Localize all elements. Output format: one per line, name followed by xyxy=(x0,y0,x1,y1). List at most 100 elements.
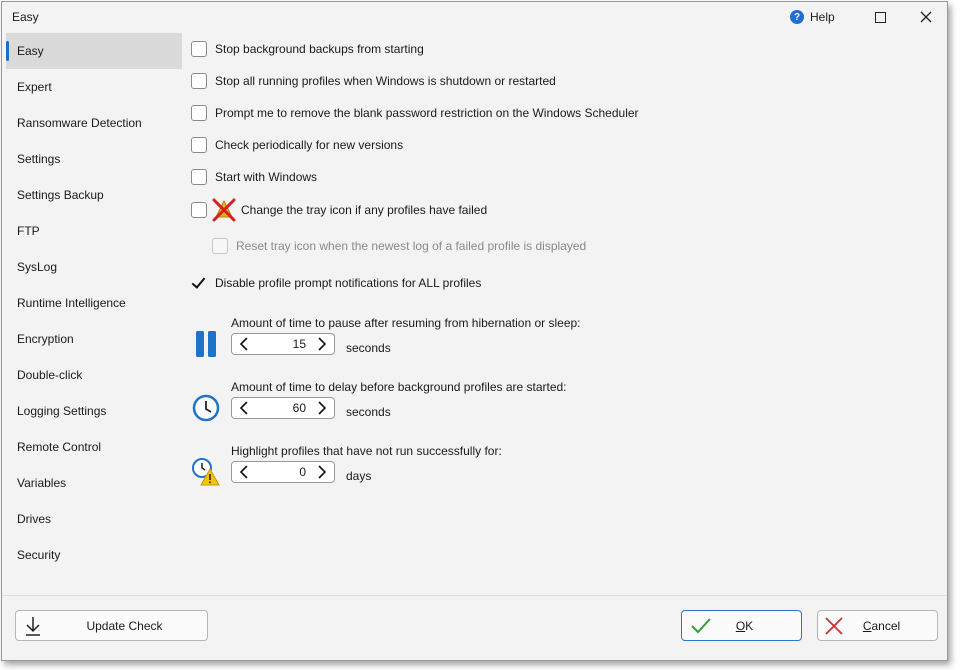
sidebar-item-label: Variables xyxy=(17,476,66,490)
sidebar-item-encryption[interactable]: Encryption xyxy=(6,321,182,357)
failed-tray-icon xyxy=(211,198,237,222)
sidebar-item-label: Remote Control xyxy=(17,440,101,454)
update-check-button[interactable]: Update Check xyxy=(15,610,208,641)
disable-prompts-option[interactable]: Disable profile prompt notifications for… xyxy=(191,275,481,291)
clock-warning-icon xyxy=(191,457,221,487)
highlight-timer-label: Highlight profiles that have not run suc… xyxy=(231,444,502,458)
sidebar-item-security[interactable]: Security xyxy=(6,537,182,573)
delay-timer-unit: seconds xyxy=(346,405,391,419)
sidebar-item-settings-backup[interactable]: Settings Backup xyxy=(6,177,182,213)
stop-background-label: Stop background backups from starting xyxy=(215,42,424,56)
sidebar-item-runtime-intelligence[interactable]: Runtime Intelligence xyxy=(6,285,182,321)
stop-running-option[interactable]: Stop all running profiles when Windows i… xyxy=(191,73,556,89)
options-dialog: Easy ? Help Easy Expert Ransomware Detec… xyxy=(1,1,948,661)
change-tray-checkbox[interactable] xyxy=(191,202,207,218)
pause-timer-label: Amount of time to pause after resuming f… xyxy=(231,316,581,330)
sidebar-item-label: FTP xyxy=(17,224,40,238)
chevron-right-icon xyxy=(317,465,327,479)
sidebar-item-ransomware-detection[interactable]: Ransomware Detection xyxy=(6,105,182,141)
cancel-label: Cancel xyxy=(844,619,919,633)
disable-prompts-label: Disable profile prompt notifications for… xyxy=(215,276,481,290)
ok-button[interactable]: OK xyxy=(681,610,802,641)
check-versions-option[interactable]: Check periodically for new versions xyxy=(191,137,403,153)
sidebar-item-label: Double-click xyxy=(17,368,82,382)
highlight-timer-value[interactable]: 0 xyxy=(256,465,310,479)
close-button[interactable] xyxy=(906,6,946,28)
sidebar-item-label: Security xyxy=(17,548,60,562)
close-icon xyxy=(920,11,932,23)
stop-running-checkbox[interactable] xyxy=(191,73,207,89)
help-icon: ? xyxy=(790,10,804,24)
sidebar-item-label: Drives xyxy=(17,512,51,526)
footer-divider xyxy=(2,595,947,596)
ok-label-rest: K xyxy=(745,619,753,633)
sidebar-item-label: Expert xyxy=(17,80,52,94)
highlight-decrement-button[interactable] xyxy=(232,462,256,482)
start-windows-option[interactable]: Start with Windows xyxy=(191,169,317,185)
checkmark-icon xyxy=(690,617,712,635)
reset-tray-checkbox xyxy=(212,238,228,254)
highlight-timer-spinner[interactable]: 0 xyxy=(231,461,335,483)
chevron-left-icon xyxy=(239,337,249,351)
cancel-button[interactable]: Cancel xyxy=(817,610,938,641)
disable-prompts-checkbox[interactable] xyxy=(191,275,207,291)
sidebar-item-drives[interactable]: Drives xyxy=(6,501,182,537)
chevron-left-icon xyxy=(239,465,249,479)
sidebar-item-label: Settings xyxy=(17,152,60,166)
delay-increment-button[interactable] xyxy=(310,398,334,418)
prompt-blank-password-label: Prompt me to remove the blank password r… xyxy=(215,106,639,120)
sidebar-item-variables[interactable]: Variables xyxy=(6,465,182,501)
title-bar: Easy ? Help xyxy=(2,2,947,32)
help-button[interactable]: ? Help xyxy=(790,8,835,26)
reset-tray-label: Reset tray icon when the newest log of a… xyxy=(236,239,586,253)
stop-running-label: Stop all running profiles when Windows i… xyxy=(215,74,556,88)
delay-decrement-button[interactable] xyxy=(232,398,256,418)
start-windows-checkbox[interactable] xyxy=(191,169,207,185)
sidebar: Easy Expert Ransomware Detection Setting… xyxy=(6,33,182,573)
change-tray-option[interactable]: Change the tray icon if any profiles hav… xyxy=(191,198,487,222)
chevron-left-icon xyxy=(239,401,249,415)
clock-icon xyxy=(191,393,221,423)
sidebar-item-settings[interactable]: Settings xyxy=(6,141,182,177)
pause-increment-button[interactable] xyxy=(310,334,334,354)
ok-label: OK xyxy=(712,619,777,633)
sidebar-item-label: Easy xyxy=(17,44,44,58)
sidebar-item-syslog[interactable]: SysLog xyxy=(6,249,182,285)
sidebar-item-label: Encryption xyxy=(17,332,74,346)
sidebar-item-double-click[interactable]: Double-click xyxy=(6,357,182,393)
pause-timer-spinner[interactable]: 15 xyxy=(231,333,335,355)
sidebar-item-remote-control[interactable]: Remote Control xyxy=(6,429,182,465)
pause-decrement-button[interactable] xyxy=(232,334,256,354)
highlight-timer-unit: days xyxy=(346,469,371,483)
sidebar-item-label: Ransomware Detection xyxy=(17,116,142,130)
sidebar-item-label: Runtime Intelligence xyxy=(17,296,126,310)
pause-icon xyxy=(191,329,221,359)
delay-timer-value[interactable]: 60 xyxy=(256,401,310,415)
cancel-label-rest: ancel xyxy=(871,619,900,633)
stop-background-option[interactable]: Stop background backups from starting xyxy=(191,41,424,57)
sidebar-item-label: Logging Settings xyxy=(17,404,106,418)
prompt-blank-password-option[interactable]: Prompt me to remove the blank password r… xyxy=(191,105,639,121)
delay-timer-spinner[interactable]: 60 xyxy=(231,397,335,419)
check-versions-checkbox[interactable] xyxy=(191,137,207,153)
pause-timer-value[interactable]: 15 xyxy=(256,337,310,351)
sidebar-item-expert[interactable]: Expert xyxy=(6,69,182,105)
sidebar-item-label: Settings Backup xyxy=(17,188,104,202)
ok-accelerator: O xyxy=(736,619,745,633)
delay-timer-label: Amount of time to delay before backgroun… xyxy=(231,380,567,394)
download-arrow-icon xyxy=(24,615,42,637)
cancel-x-icon xyxy=(824,616,844,636)
sidebar-item-label: SysLog xyxy=(17,260,57,274)
help-label: Help xyxy=(810,10,835,24)
maximize-icon xyxy=(875,12,886,23)
sidebar-item-ftp[interactable]: FTP xyxy=(6,213,182,249)
chevron-right-icon xyxy=(317,337,327,351)
sidebar-item-easy[interactable]: Easy xyxy=(6,33,182,69)
prompt-blank-password-checkbox[interactable] xyxy=(191,105,207,121)
update-check-label: Update Check xyxy=(42,619,207,633)
stop-background-checkbox[interactable] xyxy=(191,41,207,57)
reset-tray-option: Reset tray icon when the newest log of a… xyxy=(212,238,586,254)
sidebar-item-logging-settings[interactable]: Logging Settings xyxy=(6,393,182,429)
maximize-button[interactable] xyxy=(860,6,900,28)
highlight-increment-button[interactable] xyxy=(310,462,334,482)
